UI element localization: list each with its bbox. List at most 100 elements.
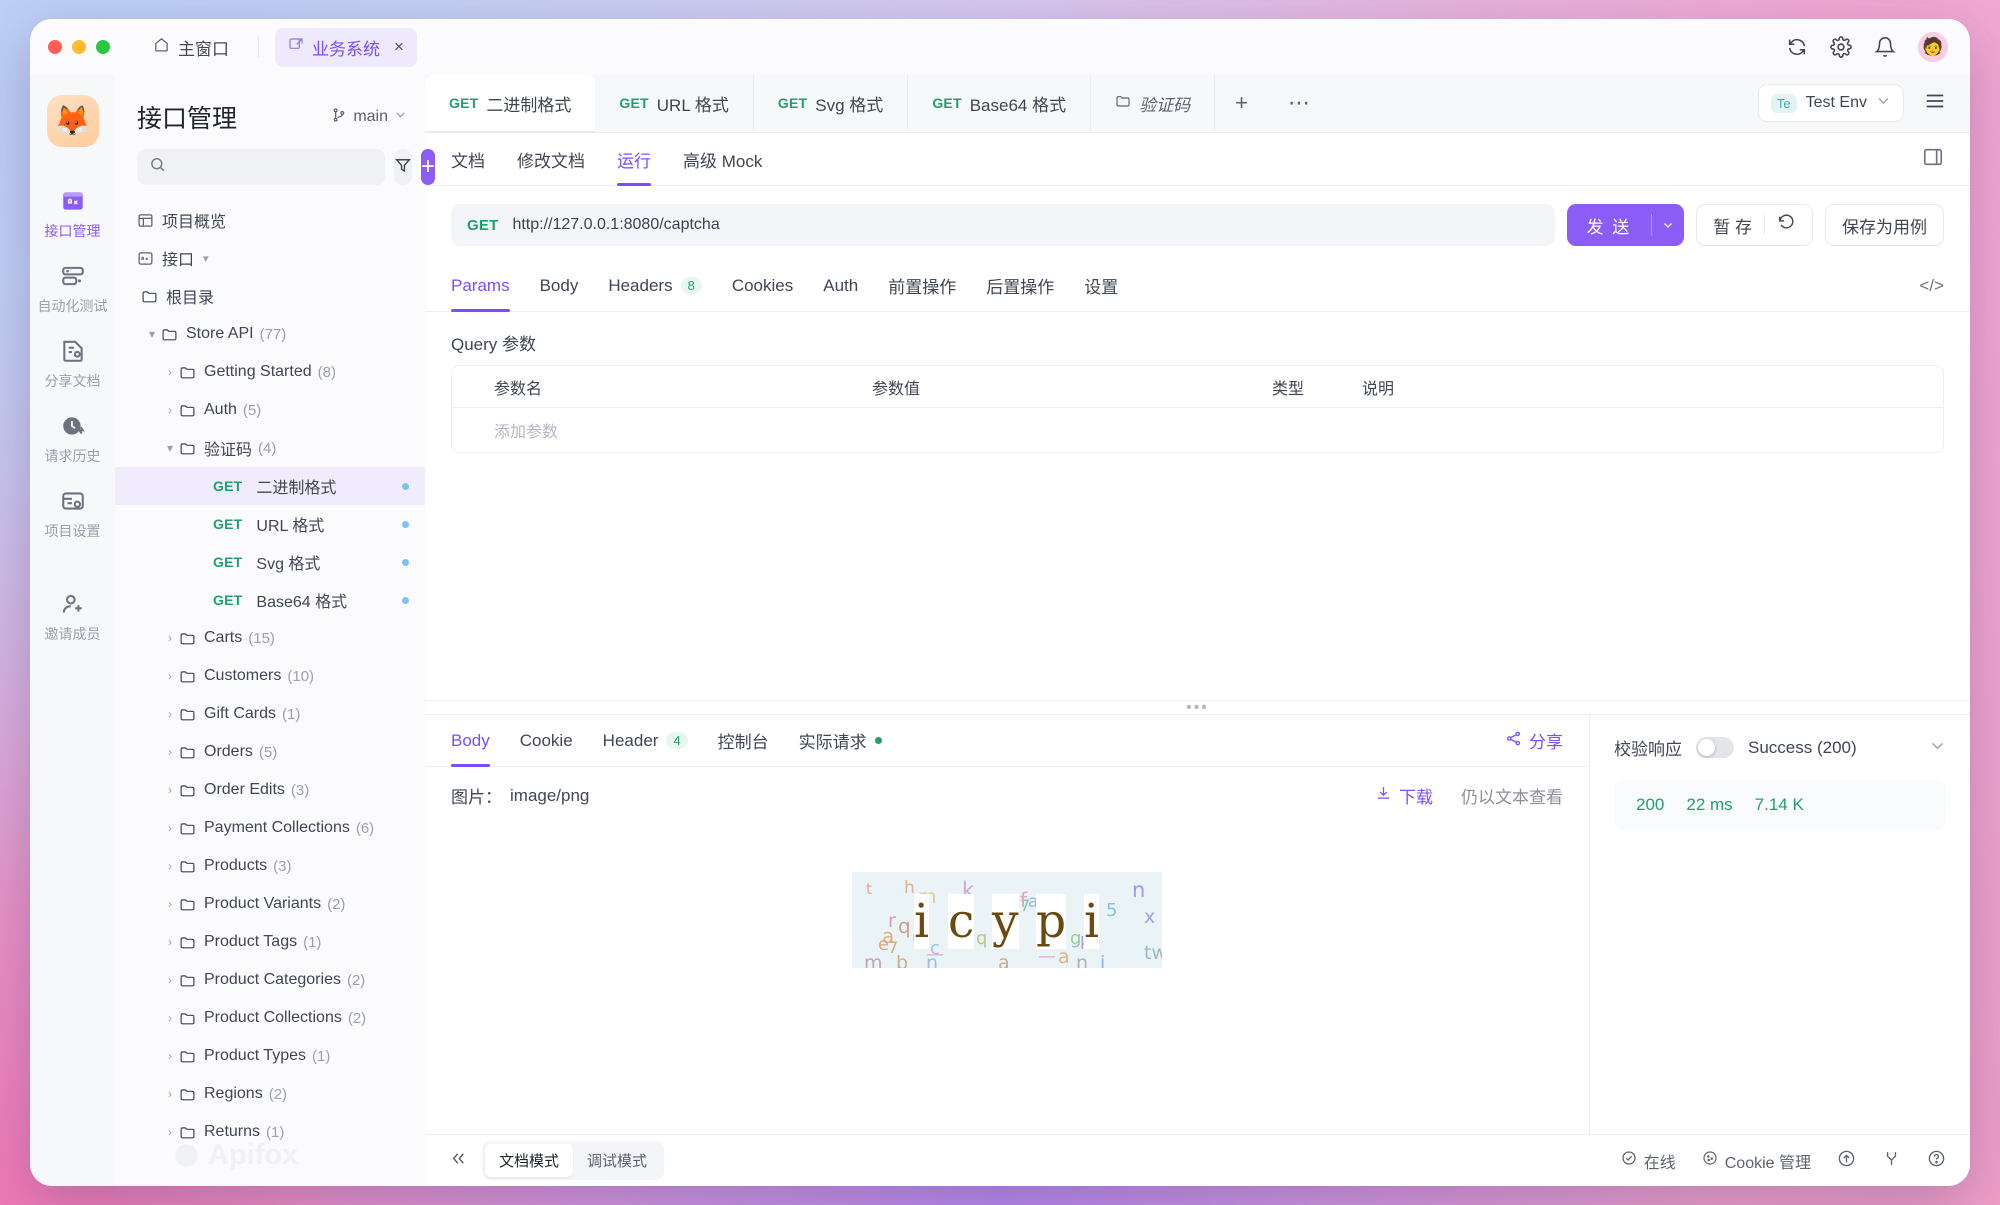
tree-item-folder[interactable]: › Regions (2) (115, 1075, 425, 1113)
chevron-right-icon[interactable]: › (161, 973, 179, 987)
branch-selector[interactable]: main (331, 107, 407, 128)
param-tab[interactable]: Body (540, 260, 579, 312)
editor-tab[interactable]: GET Svg 格式 (754, 74, 909, 132)
tree-item-folder[interactable]: › Returns (1) (115, 1113, 425, 1151)
param-tab[interactable]: Params (451, 260, 510, 312)
mode-debug[interactable]: 调试模式 (573, 1144, 661, 1177)
filter-button[interactable] (394, 149, 412, 185)
chevron-right-icon[interactable]: › (161, 707, 179, 721)
response-tab[interactable]: 实际请求 (799, 715, 882, 767)
search-box[interactable] (137, 149, 385, 185)
chevron-right-icon[interactable]: › (161, 745, 179, 759)
save-as-case-button[interactable]: 保存为用例 (1825, 204, 1944, 246)
send-button[interactable]: 发 送 (1566, 204, 1685, 246)
tree-item-api[interactable]: GET URL 格式 (115, 505, 425, 543)
tab-overflow-button[interactable]: ⋯ (1268, 74, 1330, 132)
tree-item-folder[interactable]: › Auth (5) (115, 391, 425, 429)
new-tab-button[interactable]: + (1215, 74, 1268, 132)
chevron-right-icon[interactable]: › (161, 1125, 179, 1139)
help-icon[interactable] (1927, 1149, 1946, 1173)
upload-icon[interactable] (1837, 1149, 1856, 1173)
chevron-right-icon[interactable]: › (161, 859, 179, 873)
stash-button[interactable]: 暂 存 (1696, 204, 1813, 246)
collapse-icon[interactable] (449, 1149, 468, 1173)
chevron-down-icon[interactable]: ▾ (203, 252, 209, 265)
editor-tab[interactable]: 验证码 (1091, 74, 1216, 132)
reset-icon[interactable] (1777, 213, 1796, 237)
param-tab[interactable]: Headers 8 (608, 260, 702, 312)
chevron-right-icon[interactable]: › (161, 669, 179, 683)
environment-selector[interactable]: Te Test Env (1757, 84, 1904, 122)
response-tab[interactable]: 控制台 (718, 715, 769, 767)
tree-item-folder[interactable]: › Customers (10) (115, 657, 425, 695)
tree-item-api[interactable]: GET Svg 格式 (115, 543, 425, 581)
response-tab[interactable]: Cookie (520, 715, 573, 767)
doc-subtab[interactable]: 修改文档 (517, 133, 585, 186)
tree-item-folder[interactable]: › Order Edits (3) (115, 771, 425, 809)
validate-response-toggle[interactable] (1696, 737, 1734, 758)
chevron-right-icon[interactable]: › (161, 897, 179, 911)
gear-icon[interactable] (1830, 36, 1852, 58)
editor-tab[interactable]: GET Base64 格式 (908, 74, 1092, 132)
doc-subtab[interactable]: 运行 (617, 133, 651, 186)
close-window-button[interactable] (48, 40, 62, 54)
tree-item-api[interactable]: GET 二进制格式 (115, 467, 425, 505)
view-as-text-button[interactable]: 仍以文本查看 (1461, 783, 1563, 808)
code-view-button[interactable]: </> (1919, 276, 1944, 296)
chevron-down-icon[interactable]: ▾ (143, 327, 161, 341)
sidebar-item-api-management[interactable]: 接口管理 (30, 177, 115, 252)
chevron-down-icon[interactable]: ▾ (161, 441, 179, 455)
tree-item-folder[interactable]: › Getting Started (8) (115, 353, 425, 391)
add-param-placeholder[interactable]: 添加参数 (452, 418, 872, 442)
tree-item-folder[interactable]: › Product Variants (2) (115, 885, 425, 923)
tree-item-folder[interactable]: ▾ 验证码 (4) (115, 429, 425, 467)
doc-subtab[interactable]: 高级 Mock (683, 133, 762, 186)
search-input[interactable] (174, 158, 373, 176)
url-input[interactable]: GET http://127.0.0.1:8080/captcha (451, 204, 1555, 246)
refresh-icon[interactable] (1786, 36, 1808, 58)
chevron-right-icon[interactable]: › (161, 935, 179, 949)
sidebar-item-project-settings[interactable]: 项目设置 (30, 477, 115, 552)
panel-splitter[interactable]: ••• (425, 699, 1970, 716)
sidebar-item-share-doc[interactable]: 分享文档 (30, 327, 115, 402)
tree-item-root[interactable]: 根目录 (115, 277, 425, 315)
sidebar-item-request-history[interactable]: 请求历史 (30, 402, 115, 477)
tree-item-folder[interactable]: › Carts (15) (115, 619, 425, 657)
doc-subtab[interactable]: 文档 (451, 133, 485, 186)
send-options-caret[interactable] (1651, 214, 1684, 236)
response-tab[interactable]: Body (451, 715, 490, 767)
tree-item-folder[interactable]: › Product Categories (2) (115, 961, 425, 999)
toggle-side-panel-button[interactable] (1922, 146, 1944, 173)
tree-item-folder[interactable]: › Product Collections (2) (115, 999, 425, 1037)
maximize-window-button[interactable] (96, 40, 110, 54)
window-tab-business[interactable]: 业务系统 × (275, 27, 417, 67)
sidebar-item-invite-member[interactable]: 邀请成员 (30, 580, 115, 655)
tree-item-folder[interactable]: ▾ Store API (77) (115, 315, 425, 353)
chevron-right-icon[interactable]: › (161, 821, 179, 835)
editor-tab[interactable]: GET 二进制格式 (425, 74, 596, 132)
bell-icon[interactable] (1874, 36, 1896, 58)
share-button[interactable]: 分享 (1505, 728, 1563, 753)
tree-item-folder[interactable]: › Products (3) (115, 847, 425, 885)
mode-doc[interactable]: 文档模式 (485, 1144, 574, 1177)
download-button[interactable]: 下载 (1375, 783, 1433, 808)
avatar[interactable]: 🧑 (1918, 32, 1948, 62)
param-tab[interactable]: 后置操作 (986, 260, 1054, 312)
chevron-right-icon[interactable]: › (161, 1011, 179, 1025)
param-tab[interactable]: Auth (823, 260, 858, 312)
editor-tab[interactable]: GET URL 格式 (595, 74, 754, 132)
tree-item-folder[interactable]: › Gift Cards (1) (115, 695, 425, 733)
branch-icon[interactable] (1882, 1149, 1901, 1173)
tree-item-folder[interactable]: › Orders (5) (115, 733, 425, 771)
window-tab-home[interactable]: 主窗口 (140, 28, 242, 67)
tree-item-folder[interactable]: › Product Types (1) (115, 1037, 425, 1075)
param-tab[interactable]: 设置 (1084, 260, 1118, 312)
tree-item-api[interactable]: GET Base64 格式 (115, 581, 425, 619)
param-tab[interactable]: Cookies (732, 260, 793, 312)
chevron-right-icon[interactable]: › (161, 1087, 179, 1101)
chevron-right-icon[interactable]: › (161, 365, 179, 379)
menu-button[interactable] (1904, 90, 1960, 117)
tree-item-project-overview[interactable]: 项目概览 (115, 201, 425, 239)
chevron-right-icon[interactable]: › (161, 783, 179, 797)
param-tab[interactable]: 前置操作 (888, 260, 956, 312)
